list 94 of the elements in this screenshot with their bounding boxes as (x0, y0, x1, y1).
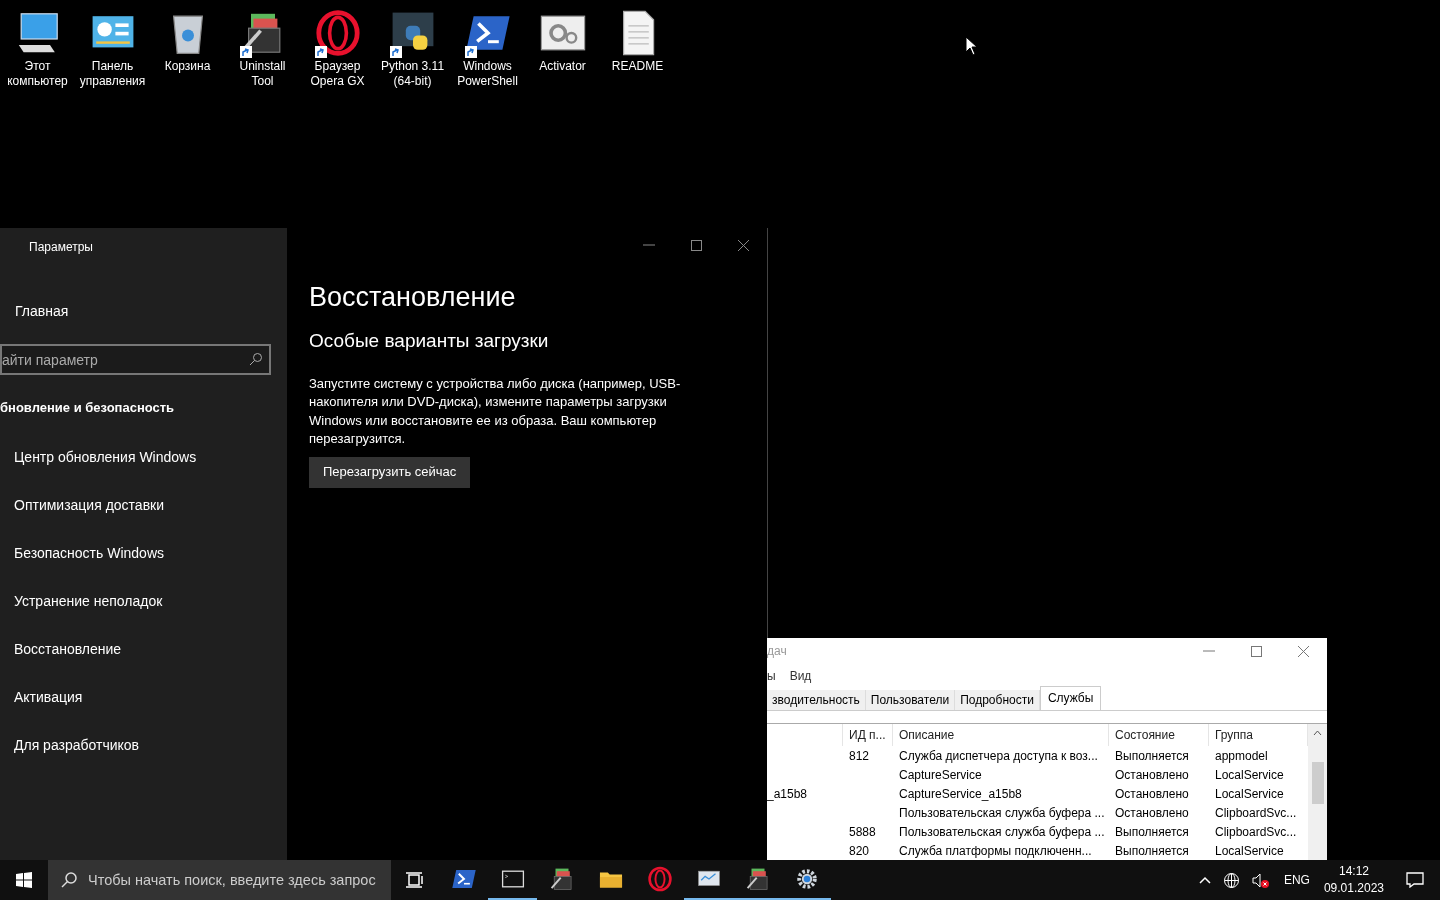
search-icon (249, 352, 263, 366)
table-cell: Пользовательская служба буфера ... (899, 824, 1105, 839)
notifications-icon[interactable] (1406, 872, 1424, 888)
chevron-up-icon[interactable] (1198, 876, 1211, 884)
opera-icon (646, 866, 673, 892)
language-indicator[interactable]: ENG (1283, 871, 1310, 889)
table-cell: CaptureService (899, 767, 982, 782)
description-text: Запустите систему с устройства либо диска (например, USB-накопителя или DVD-диска), измените параметры загрузки Windows или восстановите ее из образа. Ваш компьютер перезагрузится. (309, 374, 682, 448)
shortcut-label: Панель управления (78, 59, 147, 89)
table-cell: Выполняется (1115, 748, 1189, 763)
table-cell: Остановлено (1115, 805, 1189, 820)
restart-button[interactable]: Перезагрузить сейчас (309, 456, 471, 488)
shortcut-arrow-icon (389, 46, 402, 58)
desktop-shortcut[interactable]: Корзина (150, 8, 225, 74)
menu-item[interactable]: ы (767, 666, 776, 685)
tab[interactable]: Службы (1039, 685, 1102, 710)
table-cell: LocalService (1215, 767, 1284, 782)
maximize-icon[interactable] (1251, 645, 1262, 657)
table-cell: LocalService (1215, 786, 1284, 801)
desktop-shortcut[interactable]: README (600, 8, 675, 74)
table-cell: Выполняется (1115, 843, 1189, 858)
desktop-shortcut[interactable]: Activator (525, 8, 600, 74)
table-cell: 820 (849, 843, 870, 858)
column-header[interactable]: Описание (893, 724, 1109, 746)
table-cell: CaptureService_a15b8 (899, 786, 1022, 801)
nav-item[interactable]: Безопасность Windows (14, 539, 287, 588)
table-cell: Пользовательская служба буфера ... (899, 805, 1105, 820)
menu-item[interactable]: Вид (789, 666, 812, 685)
shortcut-arrow-icon (314, 46, 327, 58)
table-cell: LocalService (1215, 843, 1284, 858)
desktop-shortcut[interactable]: Панель управления (75, 8, 150, 89)
archive-icon (548, 866, 575, 892)
scroll-up-icon[interactable] (1313, 730, 1322, 736)
clock[interactable]: 14:12 09.01.2023 (1323, 863, 1384, 897)
section-title: бновление и безопасность (0, 399, 176, 417)
table-cell: appmodel (1215, 748, 1268, 763)
shortcut-arrow-icon (464, 46, 477, 58)
table-cell: Остановлено (1115, 786, 1189, 801)
tab[interactable]: Пользователи (865, 689, 956, 710)
shortcut-label: README (610, 59, 665, 74)
table-cell: _a15b8 (767, 786, 808, 801)
table-cell: 5888 (849, 824, 876, 839)
close-icon[interactable] (738, 239, 749, 251)
shortcut-label: Python 3.11 (64-bit) (379, 59, 446, 89)
page-title: Восстановление (309, 281, 517, 314)
tab[interactable]: зводительность (767, 689, 866, 710)
globe-icon[interactable] (1222, 871, 1240, 889)
mouse-cursor-icon (965, 36, 978, 56)
table-cell: Выполняется (1115, 824, 1189, 839)
table-cell: 812 (849, 748, 870, 763)
windows-start-icon[interactable] (16, 872, 32, 888)
nav-item[interactable]: Оптимизация доставки (14, 491, 287, 540)
search-icon (61, 872, 77, 888)
nav-item[interactable]: Активация (14, 683, 287, 732)
column-header[interactable]: ИД п... (843, 724, 893, 746)
close-icon[interactable] (1298, 645, 1309, 657)
shortcut-label: Activator (538, 59, 587, 74)
tab[interactable]: Подробности (955, 689, 1040, 710)
shortcut-arrow-icon (239, 46, 252, 58)
desktop-shortcut[interactable]: Этот компьютер (0, 8, 75, 89)
desktop-shortcut[interactable]: Uninstall Tool (225, 8, 300, 89)
column-header[interactable]: Состояние (1109, 724, 1209, 746)
window-title: Параметры (29, 239, 94, 256)
task-view-icon[interactable] (406, 872, 424, 888)
table-cell: ClipboardSvc... (1215, 824, 1297, 839)
clock-date: 09.01.2023 (1323, 880, 1384, 897)
taskbar-search-field[interactable]: Чтобы начать поиск, введите здесь запрос (48, 860, 391, 900)
archive-icon (744, 866, 771, 892)
nav-item[interactable]: Устранение неполадок (14, 587, 287, 636)
desktop-shortcut[interactable]: Браузер Opera GX (300, 8, 375, 89)
shortcut-label: Этот компьютер (6, 59, 69, 89)
scrollbar-thumb[interactable] (1311, 762, 1324, 804)
shortcut-label: Windows PowerShell (456, 59, 519, 89)
desktop-shortcut[interactable]: Windows PowerShell (450, 8, 525, 89)
opera-icon (313, 9, 362, 57)
shortcut-label: Корзина (163, 59, 212, 74)
clock-time: 14:12 (1338, 863, 1369, 880)
table-cell: ClipboardSvc... (1215, 805, 1297, 820)
table-cell: Остановлено (1115, 767, 1189, 782)
window-title: дач (767, 643, 787, 661)
scrollbar[interactable] (1308, 724, 1327, 860)
nav-item[interactable]: Центр обновления Windows (14, 443, 287, 492)
shortcut-label: Браузер Opera GX (309, 59, 366, 89)
desktop-shortcut[interactable]: Python 3.11 (64-bit) (375, 8, 450, 89)
table-cell: Служба платформы подключенн... (899, 843, 1092, 858)
table-cell: Служба диспетчера доступа к воз... (899, 748, 1098, 763)
search-field[interactable]: айти параметр (0, 344, 271, 375)
section-heading: Особые варианты загрузки (309, 329, 550, 353)
maximize-icon[interactable] (691, 239, 702, 251)
home-link[interactable]: Главная (15, 301, 287, 322)
nav-item[interactable]: Восстановление (14, 635, 287, 684)
speaker-muted-icon[interactable] (1251, 871, 1270, 889)
shortcut-label: Uninstall Tool (238, 59, 287, 89)
nav-item[interactable]: Для разработчиков (14, 731, 287, 780)
